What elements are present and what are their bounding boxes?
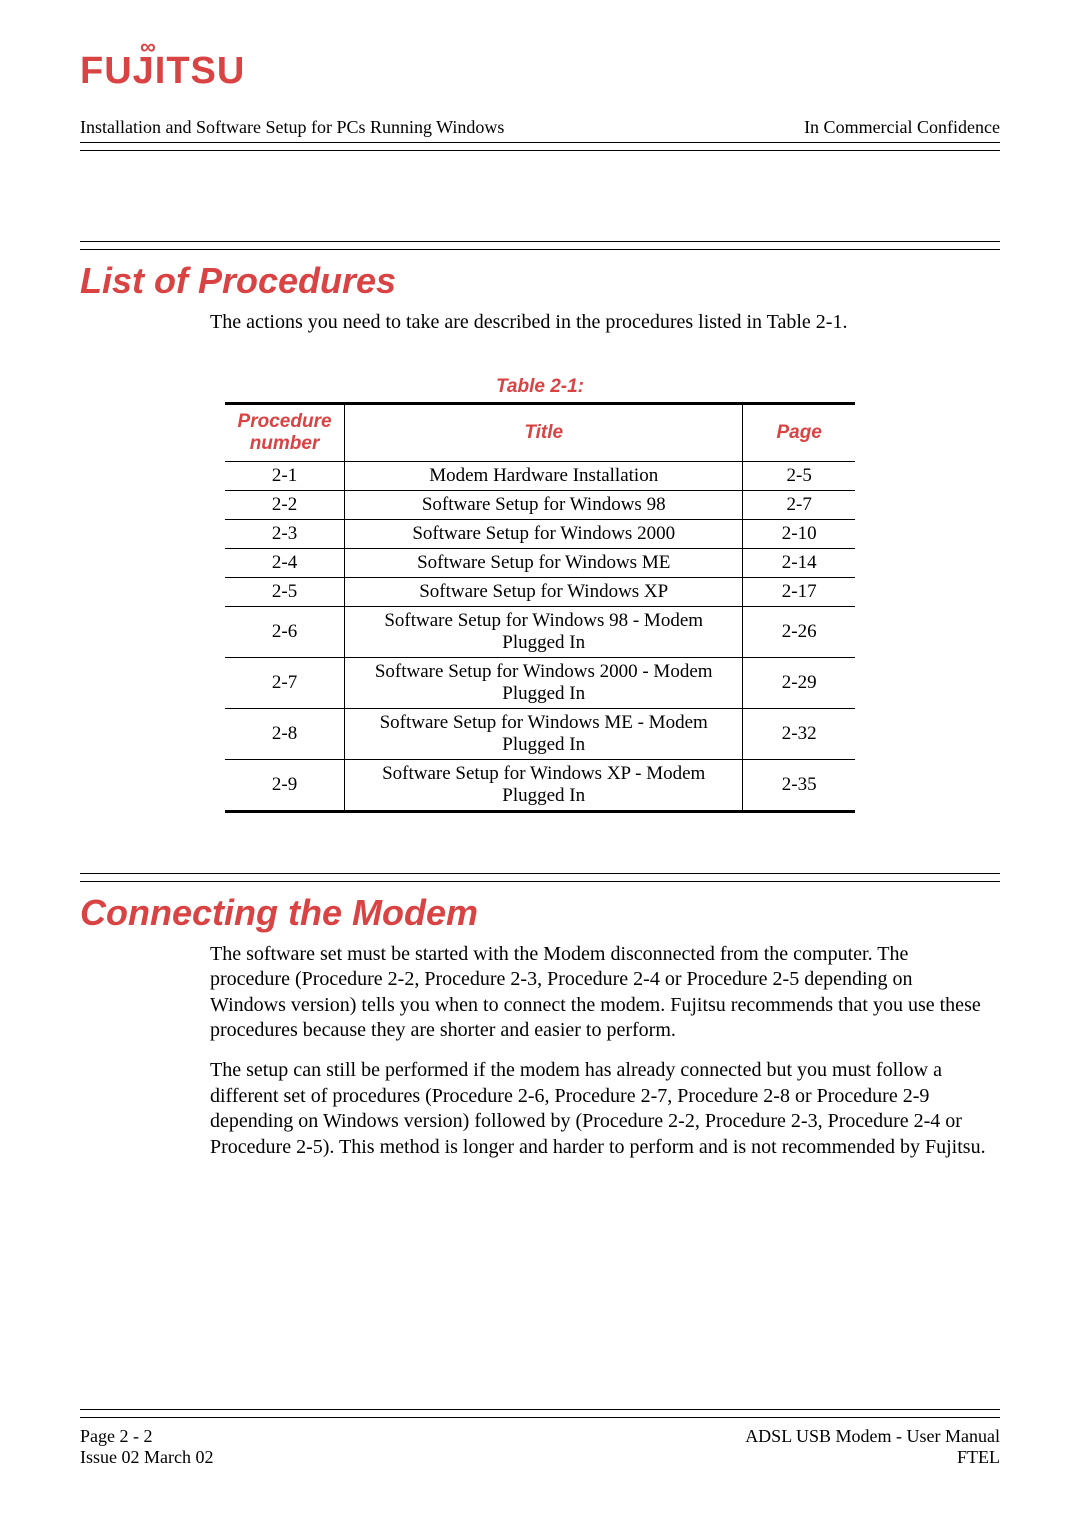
section2-p2: The setup can still be performed if the … [210,1058,990,1160]
cell-title: Software Setup for Windows XP [345,577,743,606]
cell-page: 2-14 [743,548,855,577]
section1-heading: List of Procedures [80,260,1000,302]
footer-right-1: ADSL USB Modem - User Manual [745,1426,1000,1447]
section2-rules [80,873,1000,882]
section1-body: The actions you need to take are describ… [210,310,990,336]
col-header-page: Page [743,403,855,461]
table-row: 2-9 Software Setup for Windows XP - Mode… [225,759,855,811]
cell-title: Software Setup for Windows 98 [345,490,743,519]
footer-left-2: Issue 02 March 02 [80,1447,213,1468]
cell-page: 2-26 [743,606,855,657]
cell-title: Software Setup for Windows 2000 [345,519,743,548]
footer-left-1: Page 2 - 2 [80,1426,152,1447]
table-header-row: Procedure number Title Page [225,403,855,461]
table-row: 2-3 Software Setup for Windows 2000 2-10 [225,519,855,548]
page-footer: Page 2 - 2 ADSL USB Modem - User Manual … [80,1405,1000,1468]
cell-title: Software Setup for Windows XP - Modem Pl… [345,759,743,811]
cell-page: 2-35 [743,759,855,811]
footer-right-2: FTEL [957,1447,1000,1468]
cell-num: 2-9 [225,759,345,811]
fujitsu-logo: ∞ FUJITSU [80,50,1000,93]
table-caption: Table 2-1: [80,376,1000,398]
cell-title: Modem Hardware Installation [345,461,743,490]
header-left: Installation and Software Setup for PCs … [80,117,504,138]
procedures-table: Procedure number Title Page 2-1 Modem Ha… [225,402,855,813]
running-header: Installation and Software Setup for PCs … [80,117,1000,138]
cell-page: 2-7 [743,490,855,519]
table-row: 2-1 Modem Hardware Installation 2-5 [225,461,855,490]
table-row: 2-5 Software Setup for Windows XP 2-17 [225,577,855,606]
cell-title: Software Setup for Windows ME [345,548,743,577]
cell-num: 2-3 [225,519,345,548]
section1-rules [80,241,1000,250]
section2-body: The software set must be started with th… [210,942,990,1161]
cell-title: Software Setup for Windows 2000 - Modem … [345,657,743,708]
table-row: 2-2 Software Setup for Windows 98 2-7 [225,490,855,519]
section2-heading: Connecting the Modem [80,892,1000,934]
infinity-icon: ∞ [140,36,157,58]
cell-page: 2-29 [743,657,855,708]
table-row: 2-8 Software Setup for Windows ME - Mode… [225,708,855,759]
cell-num: 2-7 [225,657,345,708]
section2-rule-b [80,881,1000,882]
header-rule-b [80,150,1000,151]
table-row: 2-6 Software Setup for Windows 98 - Mode… [225,606,855,657]
cell-num: 2-1 [225,461,345,490]
cell-page: 2-17 [743,577,855,606]
cell-num: 2-6 [225,606,345,657]
cell-title: Software Setup for Windows ME - Modem Pl… [345,708,743,759]
cell-page: 2-10 [743,519,855,548]
cell-num: 2-8 [225,708,345,759]
col-header-title: Title [345,403,743,461]
section1-intro: The actions you need to take are describ… [210,310,990,336]
cell-num: 2-5 [225,577,345,606]
logo-text: FUJITSU [80,50,245,92]
header-right: In Commercial Confidence [804,117,1000,138]
cell-num: 2-2 [225,490,345,519]
cell-num: 2-4 [225,548,345,577]
section1-rule-b [80,249,1000,250]
table-row: 2-4 Software Setup for Windows ME 2-14 [225,548,855,577]
page-container: ∞ FUJITSU Installation and Software Setu… [0,0,1080,1528]
cell-title: Software Setup for Windows 98 - Modem Pl… [345,606,743,657]
col-header-number: Procedure number [225,403,345,461]
section2-p1: The software set must be started with th… [210,942,990,1044]
cell-page: 2-32 [743,708,855,759]
cell-page: 2-5 [743,461,855,490]
table-row: 2-7 Software Setup for Windows 2000 - Mo… [225,657,855,708]
